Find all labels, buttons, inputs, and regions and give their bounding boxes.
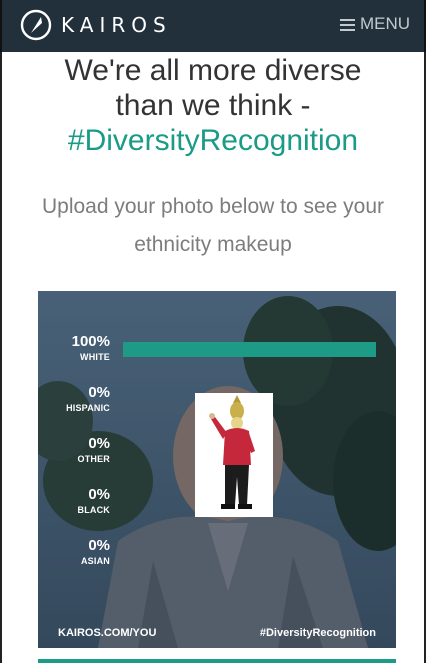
bar-fill-white — [123, 342, 376, 357]
result-row-hispanic: 0% HISPANIC — [38, 384, 138, 414]
headline-line-1: We're all more diverse — [64, 54, 362, 87]
upload-instructions: Upload your photo below to see your ethn… — [41, 195, 385, 256]
bar-white — [123, 342, 376, 357]
result-row-asian: 0% ASIAN — [38, 537, 138, 567]
page-headline: We're all more diverse than we think - #… — [0, 53, 426, 158]
hamburger-icon — [339, 18, 355, 31]
card-footer-url: KAIROS.COM/YOU — [58, 627, 157, 639]
logo-wordmark: KAIROS — [61, 13, 172, 37]
percent-asian: 0% — [88, 537, 110, 554]
menu-label: MENU — [359, 14, 410, 33]
card-footer-hashtag: #DiversityRecognition — [259, 627, 376, 639]
top-nav-bar: KAIROS MENU — [0, 0, 426, 52]
headline-hashtag: #DiversityRecognition — [67, 124, 359, 157]
result-row-other: 0% OTHER — [38, 435, 138, 465]
costumed-figure-illustration — [209, 395, 255, 509]
menu-button[interactable]: MENU — [339, 14, 410, 34]
label-asian: ASIAN — [80, 556, 110, 566]
percent-hispanic: 0% — [88, 384, 110, 401]
ethnicity-result-card: 100% WHITE 0% HISPANIC 0% OTHER 0% BLACK… — [38, 291, 396, 648]
costumed-figure-image — [195, 393, 273, 517]
next-section-strip — [38, 659, 396, 663]
result-row-black: 0% BLACK — [38, 486, 138, 516]
label-other: OTHER — [77, 454, 110, 464]
label-hispanic: HISPANIC — [66, 403, 110, 413]
percent-other: 0% — [88, 435, 110, 452]
headline-line-2: than we think - — [115, 89, 311, 122]
label-black: BLACK — [77, 505, 110, 515]
kairos-logo[interactable]: KAIROS — [20, 9, 172, 41]
kairos-logo-icon — [20, 9, 52, 41]
percent-black: 0% — [88, 486, 110, 503]
